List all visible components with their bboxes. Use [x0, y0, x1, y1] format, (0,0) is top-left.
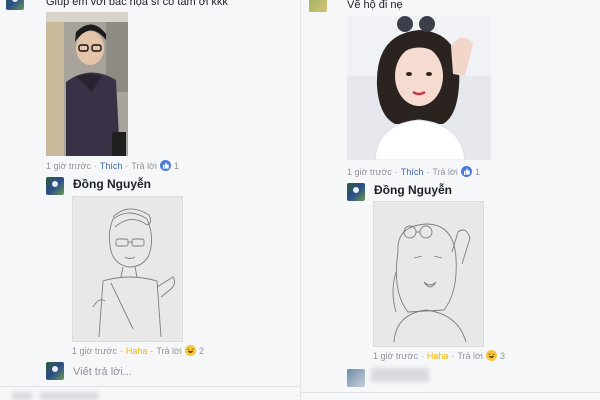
right-comment-thread: Vẽ hộ đi nẹ 1 giờ trước · Thích · Trả lờ… [300, 0, 600, 400]
reply-author-name[interactable]: Đồng Nguyễn [73, 177, 151, 191]
reply-meta: 1 giờ trước · Haha · Trả lời 2 [72, 345, 204, 356]
current-user-avatar [46, 362, 64, 380]
haha-button[interactable]: Haha [427, 351, 449, 361]
reply-button[interactable]: Trả lời [432, 167, 458, 177]
comment-meta: 1 giờ trước · Thích · Trả lời 1 [347, 166, 480, 177]
haha-reaction-icon[interactable] [184, 345, 196, 356]
reply-avatar[interactable] [347, 183, 365, 201]
reply-sketch-image[interactable] [72, 196, 183, 342]
comment-photo-boy[interactable] [46, 12, 128, 156]
left-comment-thread: Giúp em với bác họa sĩ có tâm ơi kkk 1 g… [0, 0, 300, 400]
current-user-avatar [347, 369, 365, 387]
reaction-count: 3 [499, 350, 505, 361]
reply-author-name[interactable]: Đồng Nguyễn [374, 183, 452, 197]
comment-text: Vẽ hộ đi nẹ [347, 0, 403, 11]
timestamp: 1 giờ trước [46, 160, 91, 171]
timestamp: 1 giờ trước [347, 166, 392, 177]
divider [0, 386, 300, 387]
reaction-count: 1 [173, 160, 179, 171]
reaction-count: 2 [198, 345, 204, 356]
comment-meta: 1 giờ trước · Thích · Trả lời 1 [46, 160, 179, 171]
like-reaction-icon[interactable] [159, 160, 171, 171]
like-reaction-icon[interactable] [460, 166, 472, 177]
reply-sketch-image[interactable] [373, 201, 484, 347]
obscured-avatar [12, 392, 32, 400]
commenter-avatar[interactable] [309, 0, 327, 12]
comment-photo-girl[interactable] [347, 16, 491, 160]
like-button[interactable]: Thích [401, 167, 424, 177]
timestamp: 1 giờ trước [72, 345, 117, 356]
divider [301, 392, 600, 393]
reply-meta: 1 giờ trước · Haha · Trả lời 3 [373, 350, 505, 361]
commenter-avatar[interactable] [6, 0, 24, 10]
reaction-count: 1 [474, 166, 480, 177]
reply-button[interactable]: Trả lời [131, 161, 157, 171]
comment-text: Giúp em với bác họa sĩ có tâm ơi kkk [46, 0, 228, 8]
obscured-text [371, 368, 429, 382]
reply-button[interactable]: Trả lời [156, 346, 182, 356]
timestamp: 1 giờ trước [373, 350, 418, 361]
obscured-text [40, 392, 98, 400]
like-button[interactable]: Thích [100, 161, 123, 171]
haha-button[interactable]: Haha [126, 346, 148, 356]
haha-reaction-icon[interactable] [485, 350, 497, 361]
reply-avatar[interactable] [46, 177, 64, 195]
reply-button[interactable]: Trả lời [457, 351, 483, 361]
reply-input[interactable]: Viết trả lời... [73, 366, 132, 378]
